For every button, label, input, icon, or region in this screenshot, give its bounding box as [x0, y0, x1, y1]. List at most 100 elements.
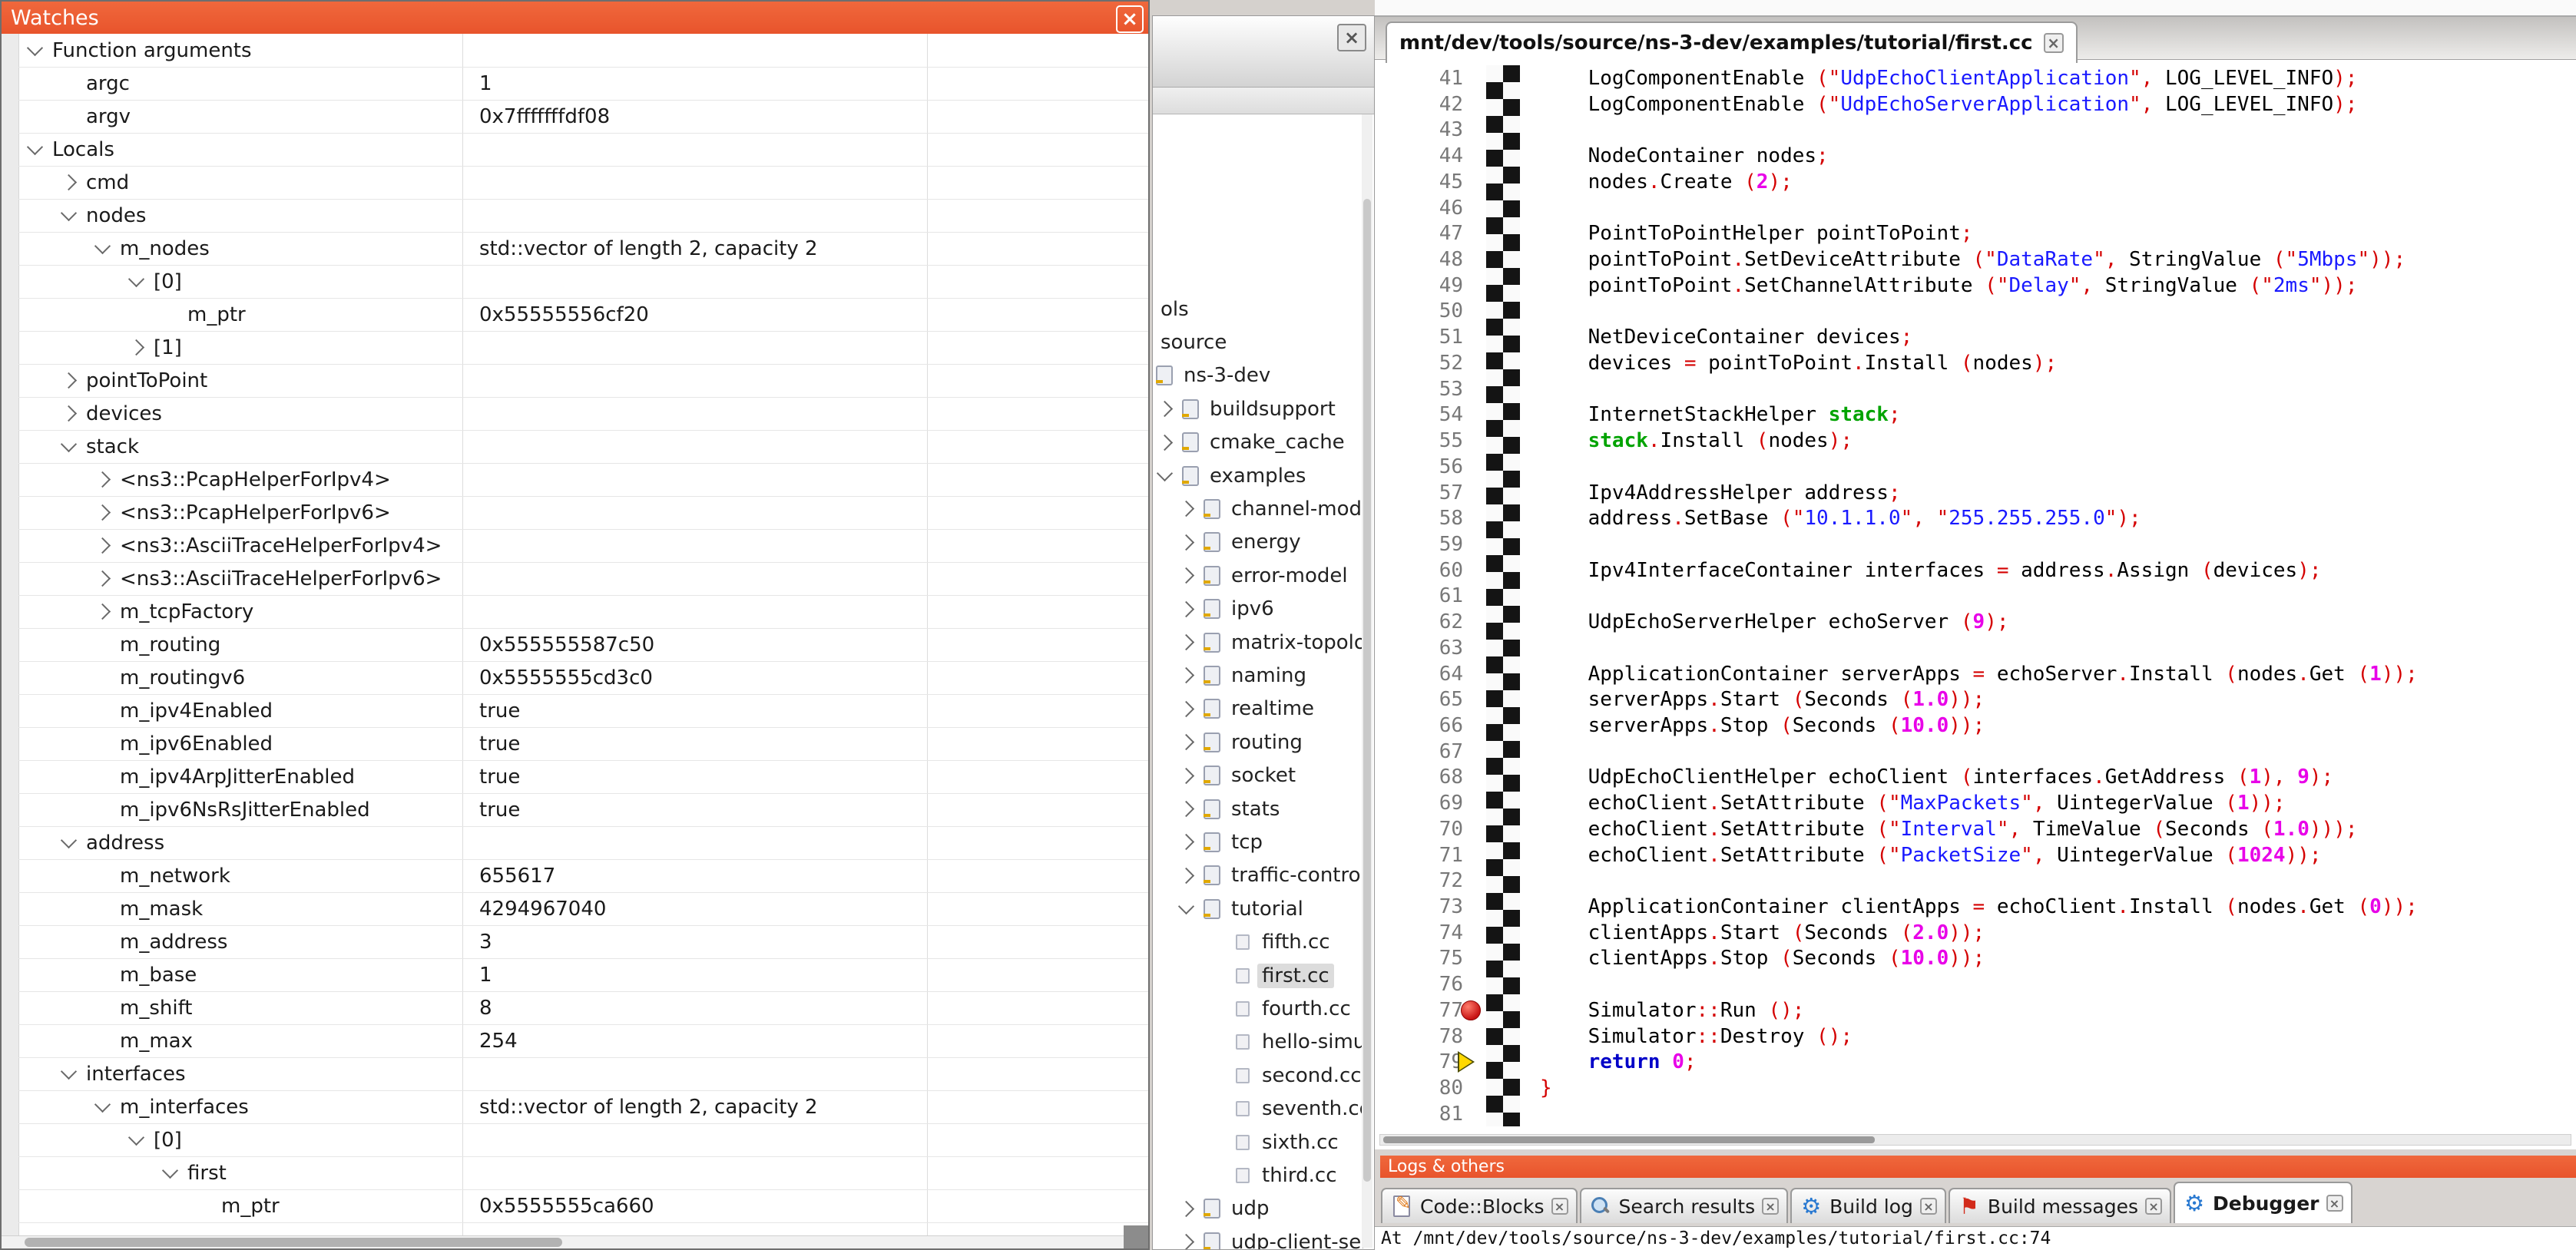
- watch-row[interactable]: Locals: [18, 133, 1148, 167]
- line-number[interactable]: 79: [1375, 1049, 1463, 1075]
- tree-item-energy[interactable]: energy: [1153, 526, 1363, 559]
- tree-item-stats[interactable]: stats: [1153, 792, 1363, 825]
- line-number[interactable]: 60: [1375, 557, 1463, 584]
- logs-tab-search-results[interactable]: Search results×: [1580, 1188, 1789, 1223]
- line-number[interactable]: 64: [1375, 661, 1463, 687]
- watch-row[interactable]: pointToPoint: [18, 364, 1148, 398]
- close-icon[interactable]: ×: [1920, 1198, 1937, 1215]
- chevron-down-icon[interactable]: [29, 146, 52, 153]
- line-number[interactable]: 54: [1375, 402, 1463, 428]
- line-number[interactable]: 48: [1375, 246, 1463, 273]
- line-number[interactable]: 73: [1375, 894, 1463, 920]
- chevron-down-icon[interactable]: [131, 1136, 154, 1143]
- watch-row[interactable]: [0]: [18, 265, 1148, 299]
- line-number[interactable]: 75: [1375, 945, 1463, 971]
- breakpoint-icon[interactable]: [1461, 1000, 1481, 1020]
- tree-item-fifth-cc[interactable]: fifth.cc: [1153, 926, 1363, 959]
- close-icon[interactable]: ×: [1116, 5, 1144, 33]
- chevron-right-icon[interactable]: [131, 342, 154, 353]
- watch-row[interactable]: [1]: [18, 331, 1148, 365]
- line-number[interactable]: 59: [1375, 531, 1463, 557]
- tree-item-seventh-cc[interactable]: seventh.cc: [1153, 1093, 1363, 1126]
- line-number[interactable]: 66: [1375, 713, 1463, 739]
- chevron-down-icon[interactable]: [1180, 905, 1204, 912]
- tree-item-cmake-cache[interactable]: cmake_cache: [1153, 426, 1363, 459]
- line-number[interactable]: 49: [1375, 273, 1463, 299]
- tree-item-first-cc[interactable]: first.cc: [1153, 959, 1363, 992]
- watch-row[interactable]: m_ipv6Enabledtrue: [18, 727, 1148, 761]
- watch-row[interactable]: m_interfacesstd::vector of length 2, cap…: [18, 1090, 1148, 1124]
- scrollbar-thumb[interactable]: [1383, 1136, 1875, 1143]
- line-number[interactable]: 72: [1375, 868, 1463, 894]
- line-number[interactable]: 71: [1375, 842, 1463, 868]
- chevron-right-icon[interactable]: [1180, 770, 1204, 782]
- line-number[interactable]: 62: [1375, 609, 1463, 635]
- chevron-right-icon[interactable]: [63, 408, 86, 419]
- tree-item-error-model[interactable]: error-model: [1153, 559, 1363, 592]
- watch-row[interactable]: m_address3: [18, 925, 1148, 959]
- watch-value-cell[interactable]: 655617: [462, 865, 940, 888]
- line-number[interactable]: 78: [1375, 1023, 1463, 1050]
- tree-item-udp-client-server[interactable]: udp-client-server: [1153, 1225, 1363, 1249]
- tree-item-hello-simulator-cc[interactable]: hello-simulator.cc: [1153, 1026, 1363, 1059]
- chevron-down-icon[interactable]: [131, 278, 154, 285]
- tree-item-naming[interactable]: naming: [1153, 659, 1363, 692]
- chevron-down-icon[interactable]: [63, 443, 86, 450]
- chevron-right-icon[interactable]: [1180, 736, 1204, 748]
- chevron-right-icon[interactable]: [63, 177, 86, 188]
- editor-horizontal-scrollbar[interactable]: [1379, 1134, 2571, 1146]
- tree-item-ns-3-dev[interactable]: ns-3-dev: [1153, 359, 1363, 392]
- chevron-right-icon[interactable]: [1180, 503, 1204, 514]
- line-number[interactable]: 69: [1375, 790, 1463, 816]
- chevron-right-icon[interactable]: [1180, 1203, 1204, 1215]
- tree-item-channel-models[interactable]: channel-models: [1153, 492, 1363, 525]
- close-icon[interactable]: ×: [1762, 1198, 1779, 1215]
- chevron-right-icon[interactable]: [1180, 803, 1204, 815]
- tree-item-fourth-cc[interactable]: fourth.cc: [1153, 992, 1363, 1025]
- tree-item-tcp[interactable]: tcp: [1153, 825, 1363, 858]
- chevron-down-icon[interactable]: [63, 212, 86, 219]
- tree-item-ipv6[interactable]: ipv6: [1153, 593, 1363, 626]
- tree-item-socket[interactable]: socket: [1153, 759, 1363, 792]
- chevron-down-icon[interactable]: [97, 245, 120, 252]
- tree-item-matrix-topology[interactable]: matrix-topology: [1153, 626, 1363, 659]
- close-icon[interactable]: ×: [2044, 33, 2064, 53]
- tree-vertical-scrollbar[interactable]: [1362, 114, 1372, 1248]
- watch-row[interactable]: m_routing0x555555587c50: [18, 628, 1148, 662]
- logs-tab-code-blocks[interactable]: Code::Blocks×: [1381, 1188, 1578, 1223]
- close-icon[interactable]: ×: [2326, 1195, 2343, 1212]
- watch-row[interactable]: m_mask4294967040: [18, 892, 1148, 926]
- line-number[interactable]: 67: [1375, 739, 1463, 765]
- watch-value-cell[interactable]: true: [462, 732, 940, 756]
- code-area[interactable]: 41 LogComponentEnable ("UdpEchoClientApp…: [1375, 65, 2576, 1134]
- watch-value-cell[interactable]: 0x5555555ca660: [462, 1195, 940, 1218]
- line-number[interactable]: 56: [1375, 454, 1463, 480]
- chevron-right-icon[interactable]: [97, 507, 120, 518]
- scrollbar-thumb[interactable]: [25, 1238, 562, 1247]
- watch-row[interactable]: m_max254: [18, 1024, 1148, 1058]
- line-number[interactable]: 68: [1375, 764, 1463, 790]
- watches-horizontal-scrollbar[interactable]: [2, 1235, 1127, 1248]
- line-number[interactable]: 81: [1375, 1101, 1463, 1127]
- line-number[interactable]: 63: [1375, 635, 1463, 661]
- watch-value-cell[interactable]: true: [462, 799, 940, 822]
- watch-row[interactable]: devices: [18, 397, 1148, 431]
- watches-resize-grip[interactable]: [1124, 1225, 1148, 1248]
- tree-item-tutorial[interactable]: tutorial: [1153, 892, 1363, 925]
- tree-item-traffic-control[interactable]: traffic-control: [1153, 859, 1363, 892]
- watch-row[interactable]: nodes: [18, 199, 1148, 233]
- line-number[interactable]: 46: [1375, 195, 1463, 221]
- tree-item-third-cc[interactable]: third.cc: [1153, 1159, 1363, 1192]
- chevron-down-icon[interactable]: [29, 47, 52, 54]
- watch-value-cell[interactable]: 0x555555587c50: [462, 633, 940, 656]
- watch-value-cell[interactable]: 254: [462, 1030, 940, 1053]
- watch-row[interactable]: [0]: [18, 1123, 1148, 1157]
- line-number[interactable]: 57: [1375, 480, 1463, 506]
- chevron-right-icon[interactable]: [97, 474, 120, 485]
- watch-value-cell[interactable]: 0x5555555cd3c0: [462, 666, 940, 689]
- watch-row[interactable]: <ns3::AsciiTraceHelperForIpv4>: [18, 529, 1148, 563]
- watch-row[interactable]: m_tcpFactory: [18, 595, 1148, 629]
- chevron-right-icon[interactable]: [97, 606, 120, 617]
- chevron-right-icon[interactable]: [1180, 670, 1204, 681]
- scrollbar-thumb[interactable]: [1363, 199, 1371, 1182]
